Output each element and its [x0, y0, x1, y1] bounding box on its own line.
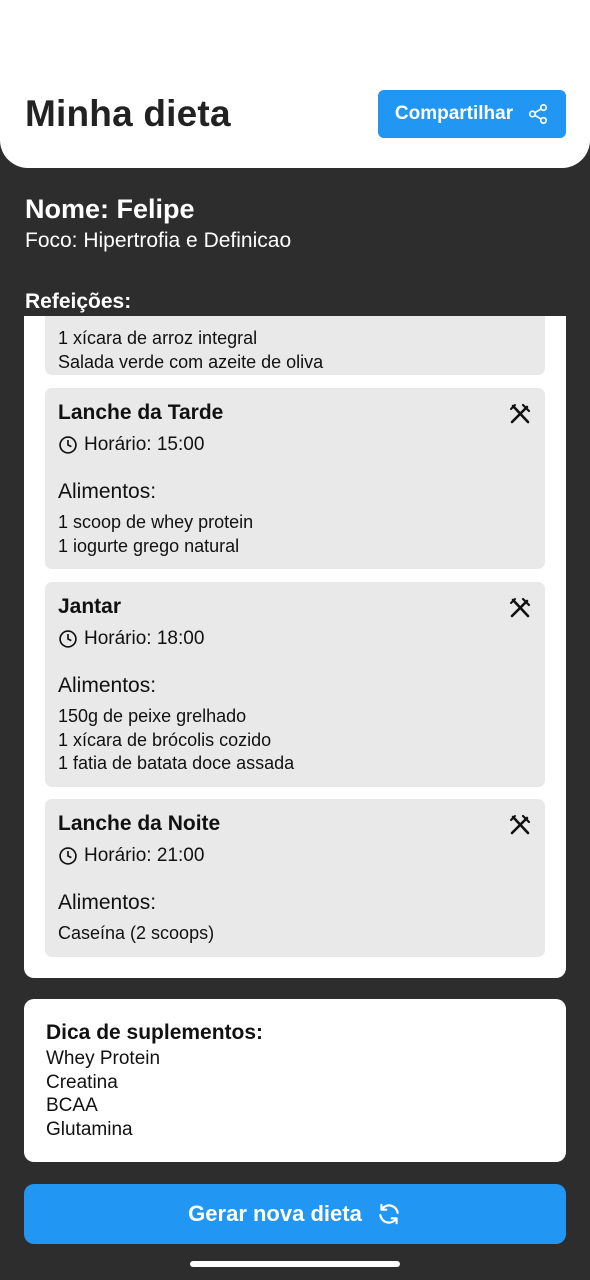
meal-card: Lanche da Tarde Horário: 15:00 Alimentos…	[45, 388, 545, 569]
clock-icon	[59, 630, 77, 648]
food-item: Caseína (2 scoops)	[58, 923, 215, 943]
meal-time-label: Horário: 21:00	[84, 845, 205, 866]
generate-diet-button[interactable]: Gerar nova dieta	[24, 1184, 566, 1244]
food-item: 1 scoop de whey protein	[58, 512, 254, 532]
generate-diet-label: Gerar nova dieta	[188, 1201, 362, 1226]
share-button-label: Compartilhar	[394, 103, 514, 124]
page-title: Minha dieta	[25, 93, 231, 134]
meal-card: Lanche da Noite Horário: 21:00 Alimentos…	[45, 799, 545, 957]
food-item: 150g de peixe grelhado	[58, 706, 247, 726]
meal-time-label: Horário: 18:00	[84, 628, 205, 649]
supplements-title: Dica de suplementos:	[46, 1021, 264, 1044]
clock-icon	[59, 847, 77, 865]
meal-time: Horário: 18:00	[58, 628, 204, 650]
food-item: 1 xícara de arroz integral	[58, 328, 258, 348]
food-item: Salada verde com azeite de oliva	[58, 351, 324, 372]
profile-focus: Foco: Hipertrofia e Definicao	[25, 229, 292, 252]
supplement-item: BCAA	[46, 1095, 98, 1116]
meal-time: Horário: 21:00	[58, 845, 204, 867]
share-icon	[529, 104, 548, 124]
meal-time: Horário: 15:00	[58, 434, 204, 456]
fork-knife-icon[interactable]	[508, 596, 532, 620]
foods-label: Alimentos:	[58, 480, 157, 503]
clock-icon	[59, 436, 77, 454]
meal-foods-list: 1 scoop de whey protein 1 iogurte grego …	[58, 511, 253, 558]
meals-label: Refeições:	[25, 290, 132, 313]
food-item: 1 iogurte grego natural	[58, 535, 240, 556]
meal-time-label: Horário: 15:00	[84, 434, 205, 455]
meal-title: Lanche da Noite	[58, 812, 221, 835]
profile-name: Nome: Felipe	[25, 194, 195, 224]
fork-knife-icon[interactable]	[508, 813, 532, 837]
supplements-card: Dica de suplementos: Whey Protein Creati…	[24, 999, 566, 1162]
supplements-list: Whey Protein Creatina BCAA Glutamina	[46, 1047, 160, 1141]
foods-label: Alimentos:	[58, 891, 157, 914]
share-button[interactable]: Compartilhar	[378, 90, 566, 138]
meal-card: Jantar Horário: 18:00 Alimentos: 150g de…	[45, 582, 545, 787]
meal-title: Jantar	[58, 595, 122, 618]
meal-card-partial: 1 xícara de arroz integral Salada verde …	[45, 316, 545, 375]
foods-label: Alimentos:	[58, 674, 157, 697]
food-item: 1 fatia de batata doce assada	[58, 753, 295, 773]
meals-list[interactable]: 1 xícara de arroz integral Salada verde …	[24, 316, 566, 978]
meal-foods-list: 1 xícara de arroz integral Salada verde …	[58, 327, 323, 374]
home-indicator	[190, 1261, 400, 1267]
header: Minha dieta Compartilhar	[0, 0, 590, 168]
meal-foods-list: Caseína (2 scoops)	[58, 922, 214, 946]
supplement-item: Glutamina	[46, 1118, 133, 1140]
meal-foods-list: 150g de peixe grelhado 1 xícara de bróco…	[58, 705, 294, 776]
refresh-icon	[379, 1203, 399, 1225]
fork-knife-icon[interactable]	[508, 402, 532, 426]
food-item: 1 xícara de brócolis cozido	[58, 729, 272, 750]
meal-title: Lanche da Tarde	[58, 401, 224, 424]
supplement-item: Creatina	[46, 1071, 118, 1093]
supplement-item: Whey Protein	[46, 1048, 161, 1069]
